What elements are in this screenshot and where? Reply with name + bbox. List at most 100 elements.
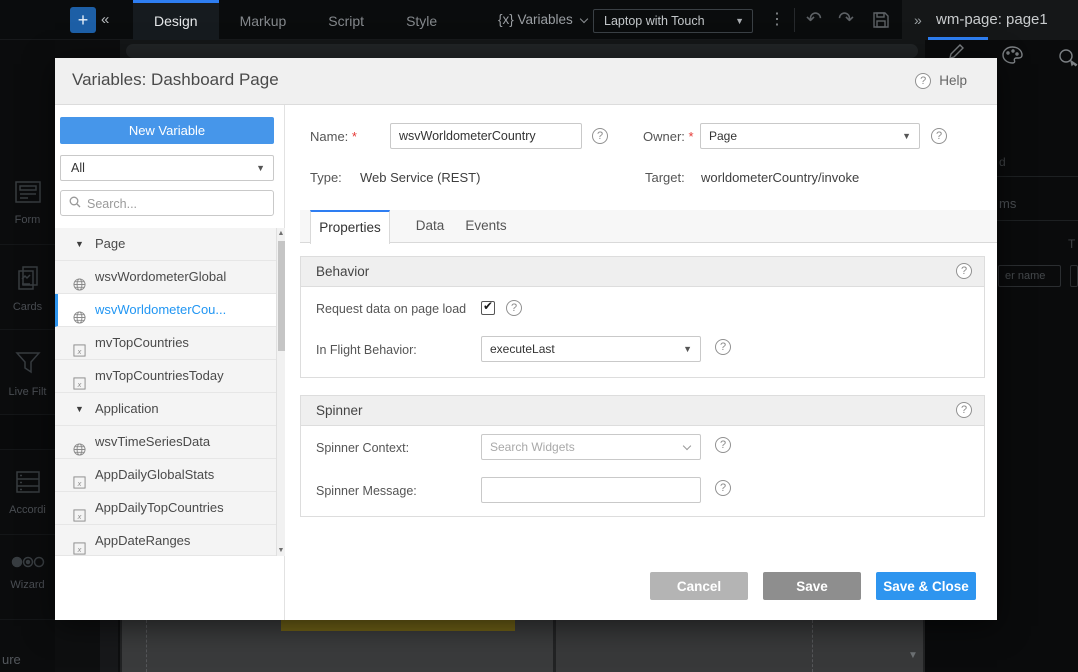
variable-search[interactable] [60,190,274,216]
top-toolbar: + « DesignMarkupScriptStyle {x} Variable… [0,0,1078,40]
spinner-message-input[interactable] [481,477,701,503]
palette-item-label: Wizard [0,579,55,591]
request-data-checkbox[interactable]: ✔ [481,301,495,315]
tab-properties[interactable]: Properties [310,210,390,244]
variable-item-wsvworldometercou-[interactable]: wsvWorldometerCou... [55,294,285,327]
variables-menu-label: {x} Variables [498,12,573,27]
spinner-title: Spinner [316,403,363,418]
help-link[interactable]: ? Help [915,72,967,90]
list-scrollbar[interactable]: ▲ ▼ [276,228,285,556]
spinner-help-icon[interactable]: ? [956,402,972,418]
search-icon [69,196,81,208]
required-mark: * [352,129,357,144]
redo-icon[interactable]: ↷ [838,0,854,40]
type-value: Web Service (REST) [360,170,480,185]
palette-item-cards[interactable]: Cards [0,245,55,330]
palette-item-wizard[interactable]: Wizard [0,535,55,620]
variable-item-wsvtimeseriesdata[interactable]: wsvTimeSeriesData [55,426,285,459]
new-variable-button[interactable]: New Variable [60,117,274,144]
spinner-context-select[interactable]: Search Widgets [481,434,701,460]
owner-help-icon[interactable]: ? [931,128,947,144]
variables-menu[interactable]: {x} Variables [498,0,587,40]
scroll-down-icon[interactable]: ▼ [277,547,285,554]
name-help-icon[interactable]: ? [592,128,608,144]
help-circle-icon: ? [915,73,931,89]
undo-icon[interactable]: ↶ [806,0,822,40]
svg-text:x: x [77,512,82,521]
page-header-segment: » wm-page: page1 [902,0,1078,40]
owner-select[interactable]: Page ▼ [700,123,920,149]
variable-label: mvTopCountriesToday [95,360,224,392]
variable-item-wsvwordometerglobal[interactable]: wsvWordometerGlobal [55,261,285,294]
right-panel-fragment-3: T [1068,237,1075,251]
save-button[interactable]: Save [763,572,861,600]
toolbar-tab-style[interactable]: Style [385,0,458,40]
type-label: Type: [310,170,342,185]
scroll-down-icon[interactable]: ▼ [908,650,918,661]
variable-item-mvtopcountries[interactable]: xmvTopCountries [55,327,285,360]
cancel-button[interactable]: Cancel [650,572,748,600]
right-panel-divider [997,176,1078,177]
toolbar-divider [794,8,795,32]
group-collapse-icon[interactable]: ▼ [75,228,84,260]
add-button[interactable]: + [70,7,96,33]
toolbar-tab-markup[interactable]: Markup [219,0,308,40]
search-input[interactable] [87,197,257,211]
name-input[interactable] [390,123,582,149]
palette-item-form[interactable]: Form [0,160,55,245]
group-label: Page [95,228,125,260]
palette-item-accordi[interactable]: Accordi [0,450,55,535]
spinner-context-help-icon[interactable]: ? [715,437,731,453]
caret-down-icon: ▼ [902,124,911,148]
help-label: Help [939,73,967,88]
request-data-help-icon[interactable]: ? [506,300,522,316]
inflight-help-icon[interactable]: ? [715,339,731,355]
canvas-panel-right [556,620,923,672]
collapse-panel-icon[interactable]: « [101,0,109,40]
right-panel-fragment-2: ms [999,196,1016,211]
behavior-help-icon[interactable]: ? [956,263,972,279]
spinner-context-label: Spinner Context: [316,441,409,455]
variable-label: AppDailyTopCountries [95,492,224,524]
variable-item-appdailyglobalstats[interactable]: xAppDailyGlobalStats [55,459,285,492]
page-title: wm-page: page1 [936,0,1048,40]
spinner-section-header: Spinner ? [301,396,984,426]
variable-item-appdateranges[interactable]: xAppDateRanges [55,525,285,556]
variable-filter-value: All [71,161,85,175]
toolbar-tab-script[interactable]: Script [307,0,385,40]
dialog-title: Variables: Dashboard Page [72,70,279,90]
group-collapse-icon[interactable]: ▼ [75,393,84,425]
variable-group-application[interactable]: ▼Application [55,393,285,426]
variable-filter-select[interactable]: All ▼ [60,155,274,181]
palette-item-live-filt[interactable]: Live Filt [0,330,55,415]
dialog-header: Variables: Dashboard Page ? Help [55,58,997,105]
spinner-message-help-icon[interactable]: ? [715,480,731,496]
device-select[interactable]: Laptop with Touch ▼ [593,9,753,33]
style-palette-icon[interactable] [1002,46,1023,69]
tab-events[interactable]: Events [457,210,515,243]
accordion-icon [14,481,42,498]
variables-sidebar: New Variable All ▼ ▼ PagewsvWordometerGlo… [55,105,285,620]
variable-label: wsvWorldometerCou... [95,294,226,326]
variable-item-mvtopcountriestoday[interactable]: xmvTopCountriesToday [55,360,285,393]
right-panel-fragment-1: d [999,155,1006,169]
scroll-up-icon[interactable]: ▲ [277,230,285,237]
right-panel-input-fragment: er name [998,265,1061,287]
expand-icon[interactable]: » [914,0,922,40]
palette-item-label: Live Filt [0,386,55,398]
scrollbar-thumb[interactable] [278,241,285,351]
variable-group-page[interactable]: ▼ Page [55,228,285,261]
right-panel-input-fragment-2 [1070,265,1078,287]
chevron-down-icon [580,15,588,23]
save-icon[interactable] [872,11,890,34]
more-menu-icon[interactable]: ⋮ [769,0,785,40]
inflight-select[interactable]: executeLast ▼ [481,336,701,362]
chevron-down-icon [683,442,691,450]
device-select-value: Laptop with Touch [604,14,705,28]
tab-data[interactable]: Data [405,210,455,243]
caret-down-icon: ▼ [735,10,744,32]
variable-item-appdailytopcountries[interactable]: x AppDailyTopCountries [55,492,285,525]
toolbar-tab-design[interactable]: Design [133,0,219,40]
save-close-button[interactable]: Save & Close [876,572,976,600]
inspect-cursor-icon[interactable] [1058,48,1078,73]
